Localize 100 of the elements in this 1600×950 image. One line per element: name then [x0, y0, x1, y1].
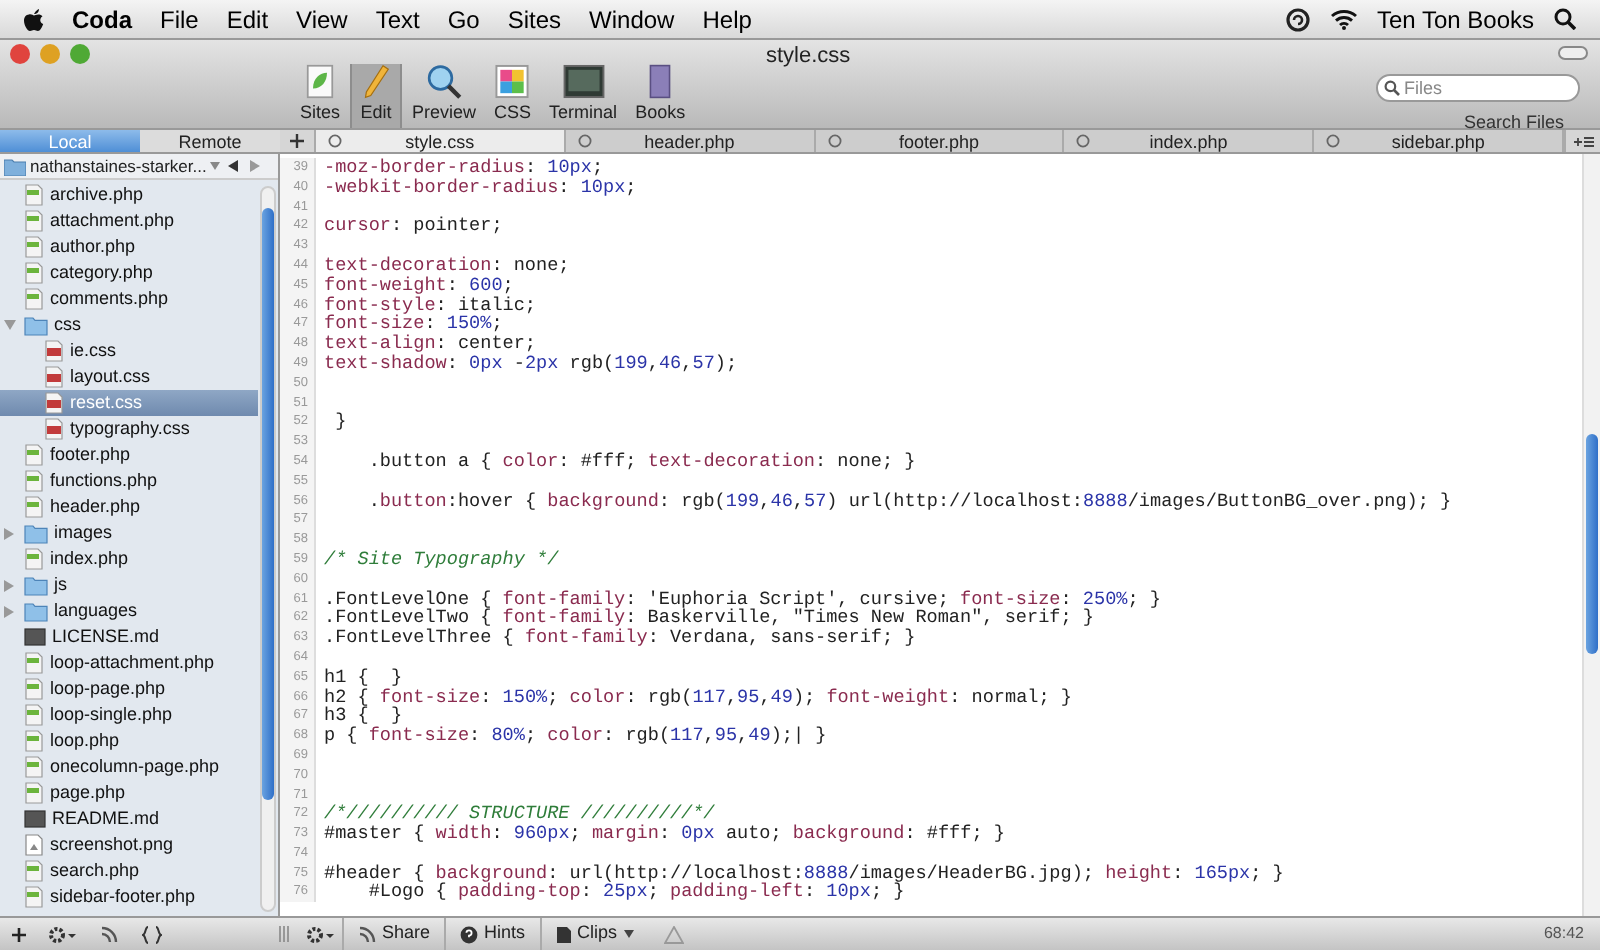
signal-icon[interactable] — [100, 925, 118, 943]
php-file-icon — [24, 756, 44, 778]
css-file-icon — [44, 366, 64, 388]
menu-item[interactable]: Edit — [226, 1, 269, 37]
sync-icon[interactable] — [1285, 7, 1309, 31]
menu-item[interactable]: Help — [702, 1, 752, 37]
file-tree-item[interactable]: js — [0, 572, 258, 598]
file-tree-item[interactable]: README.md — [0, 806, 258, 832]
status-bar-button[interactable]: Hints — [444, 918, 540, 950]
disclosure-closed-icon[interactable] — [4, 527, 14, 539]
file-tree-item[interactable]: onecolumn-page.php — [0, 754, 258, 780]
code-line: text-decoration: none; — [322, 255, 570, 276]
file-tree-item[interactable]: archive.php — [0, 182, 258, 208]
close-tab-icon[interactable] — [1326, 134, 1341, 148]
close-tab-icon[interactable] — [827, 134, 842, 148]
warning-icon[interactable] — [663, 925, 684, 943]
forward-arrow-icon[interactable] — [250, 160, 261, 172]
gear-icon[interactable] — [306, 925, 334, 943]
menu-item[interactable]: File — [160, 1, 199, 37]
file-tree-item[interactable]: loop-attachment.php — [0, 650, 258, 676]
code-line: } — [333, 412, 347, 433]
resize-grip-icon[interactable] — [278, 926, 290, 942]
file-tree-item[interactable]: typography.css — [0, 416, 258, 442]
code-line: text-align: center; — [322, 334, 537, 354]
code-line: font-size: 150%; — [322, 314, 503, 335]
scrollbar[interactable] — [260, 186, 276, 912]
menu-item[interactable]: Window — [589, 1, 675, 37]
disclosure-closed-icon[interactable] — [4, 605, 14, 617]
code-line: font-weight: 600; — [322, 275, 514, 296]
file-tree-item[interactable]: layout.css — [0, 364, 258, 390]
wifi-icon[interactable] — [1329, 8, 1357, 30]
file-tree-item[interactable]: images — [0, 520, 258, 546]
code-line: .FontLevelOne { font-family: 'Euphoria Script', cursive; font-size: 250%; } — [322, 589, 1161, 609]
color-palette-icon — [494, 64, 531, 99]
code-line: cursor: pointer; — [322, 216, 503, 237]
file-tree-item[interactable]: search.php — [0, 858, 258, 884]
file-tree-item[interactable]: comments.php — [0, 286, 258, 312]
file-tree-item[interactable]: author.php — [0, 234, 258, 260]
toolbar-button[interactable]: CSS — [486, 64, 540, 128]
file-tree-item[interactable]: LICENSE.md — [0, 624, 258, 650]
file-tree-item[interactable]: header.php — [0, 494, 258, 520]
gear-icon[interactable] — [48, 925, 76, 943]
back-arrow-icon[interactable] — [228, 160, 239, 172]
code-line: h3 { } — [322, 706, 403, 727]
image-file-icon — [24, 834, 44, 856]
menu-item[interactable]: Sites — [507, 1, 562, 37]
zoom-button[interactable] — [70, 43, 90, 63]
app-menu[interactable]: Coda — [72, 1, 132, 37]
tab-menu-button[interactable] — [1564, 130, 1600, 152]
close-tab-icon[interactable] — [328, 134, 342, 148]
file-tree-item[interactable]: attachment.php — [0, 208, 258, 234]
file-tree-item[interactable]: category.php — [0, 260, 258, 286]
code-line: .FontLevelThree { font-family: Verdana, sans-serif; } — [322, 628, 916, 648]
file-tree-item[interactable]: loop-single.php — [0, 702, 258, 728]
status-bar-button[interactable]: Clips — [539, 918, 648, 950]
toolbar-button[interactable]: Books — [627, 64, 694, 128]
toolbar-button[interactable]: Edit — [350, 64, 403, 128]
menu-item[interactable]: Text — [375, 1, 420, 37]
close-tab-icon[interactable] — [1076, 134, 1091, 148]
toolbar-button[interactable]: Sites — [292, 64, 349, 128]
css-file-icon — [44, 340, 64, 362]
status-bar-button[interactable]: Share — [342, 918, 445, 950]
php-file-icon — [24, 730, 44, 752]
search-field[interactable]: Files — [1376, 74, 1580, 102]
file-tree-item[interactable]: index.php — [0, 546, 258, 572]
scrollbar[interactable] — [1582, 154, 1600, 916]
file-tree-item[interactable]: css — [0, 312, 258, 338]
close-button[interactable] — [10, 43, 30, 63]
disclosure-closed-icon[interactable] — [4, 579, 14, 591]
file-tree-item[interactable]: loop-page.php — [0, 676, 258, 702]
toolbar-toggle-button[interactable] — [1558, 46, 1588, 60]
php-file-icon — [24, 548, 44, 570]
file-tree-item[interactable]: screenshot.png — [0, 832, 258, 858]
php-file-icon — [24, 860, 44, 882]
toolbar-button[interactable]: Terminal — [541, 64, 626, 128]
file-tree-item[interactable]: footer.php — [0, 442, 258, 468]
disclosure-open-icon[interactable] — [4, 320, 16, 330]
file-tree-item[interactable]: languages — [0, 598, 258, 624]
search-icon[interactable] — [1554, 8, 1576, 30]
toolbar-button[interactable]: Preview — [404, 64, 485, 128]
help-icon — [460, 925, 479, 943]
code-line: .button:hover { background: rgb(199,46,57) url(http://localhost:8888/images/ButtonBG_over.png); } — [366, 491, 1452, 511]
code-line: -webkit-border-radius: 10px; — [322, 177, 637, 198]
file-tree-item[interactable]: sidebar-footer.php — [0, 884, 258, 910]
file-tree-item[interactable]: ie.css — [0, 338, 258, 364]
css-file-icon — [44, 392, 64, 414]
menu-item[interactable]: View — [296, 1, 348, 37]
sidebar-tab[interactable]: Remote — [140, 130, 280, 152]
terminal-icon — [561, 64, 606, 99]
editor-tab[interactable]: style.css — [316, 130, 566, 152]
braces-icon[interactable] — [142, 925, 162, 943]
close-tab-icon[interactable] — [577, 134, 592, 148]
leaf-page-icon — [304, 64, 336, 99]
apple-logo-icon[interactable] — [24, 7, 44, 31]
file-tree-item[interactable]: loop.php — [0, 728, 258, 754]
file-tree-item[interactable]: functions.php — [0, 468, 258, 494]
new-tab-button[interactable] — [280, 130, 316, 152]
menu-item[interactable]: Go — [447, 1, 480, 37]
user-name[interactable]: Ten Ton Books — [1377, 1, 1534, 37]
file-tree-item[interactable]: page.php — [0, 780, 258, 806]
